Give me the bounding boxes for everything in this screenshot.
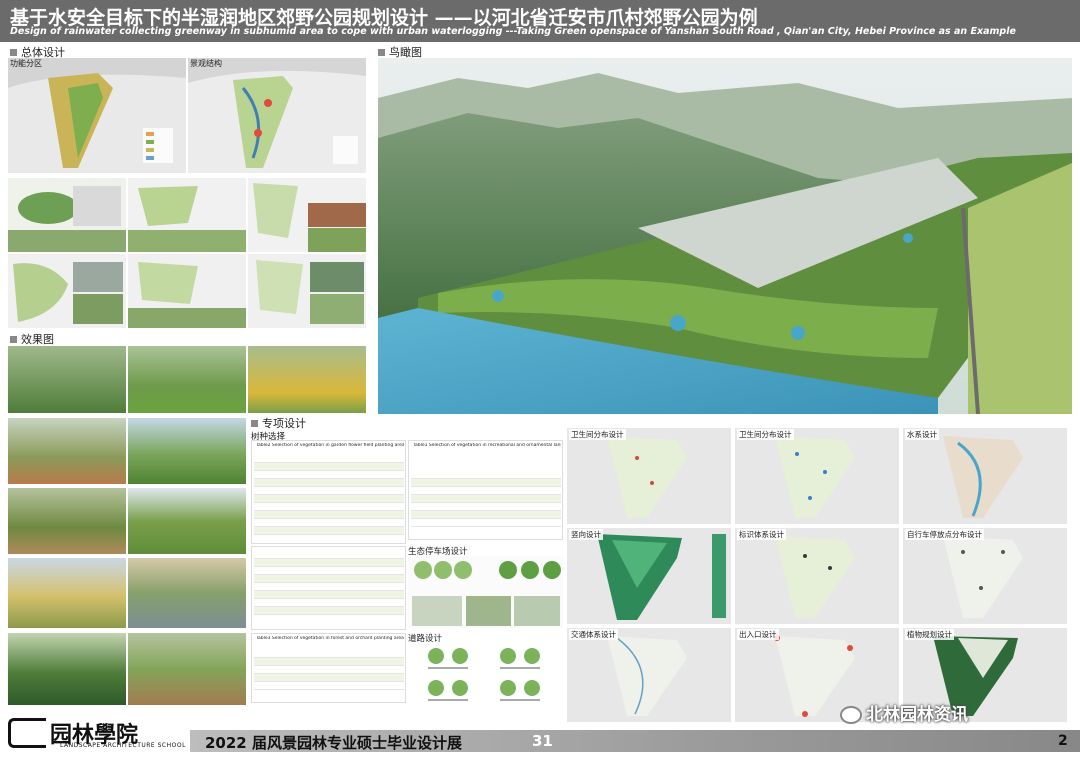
node-plan-drawing [248, 254, 366, 328]
map-drawing [903, 528, 1067, 624]
rendering-photo-8 [8, 558, 126, 628]
map-drawing [567, 628, 731, 722]
road-section-drawing [428, 648, 540, 701]
landscape-structure-drawing [188, 58, 366, 173]
species-table-4: Table3 Selection of vegetation in forest… [251, 633, 406, 703]
aerial-landscape-drawing [378, 58, 1072, 414]
landscape-structure-map [188, 58, 366, 173]
wechat-icon [840, 706, 862, 724]
node-design-board-5 [128, 254, 246, 328]
species-table-3 [251, 546, 406, 630]
road-design-drawing [408, 644, 563, 708]
aerial-view-rendering [378, 58, 1072, 414]
species-table-1: Table1 Selection of vegetation in recrea… [408, 440, 563, 540]
map-drawing [567, 528, 731, 624]
node-design-board-4 [8, 254, 126, 328]
table-caption: Table1 Selection of vegetation in recrea… [411, 443, 561, 448]
footer: 园林學院 LANDSCAPE ARCHITECTURE SCHOOL 2022 … [0, 718, 1080, 754]
table-caption: Table2 Selection of vegetation in garden… [254, 443, 404, 448]
poster: 基于水安全目标下的半湿润地区郊野公园规划设计 ——以河北省迁安市爪村郊野公园为例… [0, 0, 1080, 764]
rendering-photo-6 [8, 488, 126, 554]
map-label-signage: 标识体系设计 [737, 529, 786, 540]
school-logo-icon [8, 718, 46, 748]
signage-system-map [735, 528, 899, 624]
node-design-board-6 [248, 254, 366, 328]
node-design-board-1 [8, 178, 126, 252]
rendering-photo-11 [128, 633, 246, 705]
rendering-photo-4 [8, 418, 126, 484]
species-table-2: Table2 Selection of vegetation in garden… [251, 440, 406, 544]
function-zoning-label: 功能分区 [10, 59, 42, 68]
rendering-photo-10 [8, 633, 126, 705]
eco-parking-drawing [408, 556, 563, 628]
rendering-photo-2 [128, 346, 246, 413]
map-label-vertical: 竖向设计 [569, 529, 603, 540]
parking-section-drawing [408, 556, 563, 628]
rendering-photo-5 [128, 418, 246, 484]
page-number: 2 [1058, 733, 1068, 749]
node-plan-drawing [128, 178, 246, 252]
sanitation-map-2 [735, 428, 899, 524]
rendering-photo-9 [128, 558, 246, 628]
section-renderings: 效果图 [10, 331, 54, 347]
square-bullet-icon [10, 49, 17, 56]
rendering-photo-3 [248, 346, 366, 413]
square-bullet-icon [378, 49, 385, 56]
table-caption: Table3 Selection of vegetation in forest… [254, 636, 404, 641]
map-label-sanitation-2: 卫生间分布设计 [737, 429, 794, 440]
landscape-structure-label: 景观结构 [190, 59, 222, 68]
map-drawing [735, 528, 899, 624]
rendering-photo-7 [128, 488, 246, 554]
section-special-design: 专项设计 [251, 415, 306, 431]
node-plan-drawing [248, 178, 366, 252]
watermark: 北林园林资讯 [840, 700, 968, 725]
node-plan-drawing [8, 178, 126, 252]
node-design-board-2 [128, 178, 246, 252]
function-zoning-drawing [8, 58, 186, 173]
map-label-traffic: 交通体系设计 [569, 629, 618, 640]
node-plan-drawing [8, 254, 126, 328]
bike-parking-map [903, 528, 1067, 624]
square-bullet-icon [10, 336, 17, 343]
title-banner: 基于水安全目标下的半湿润地区郊野公园规划设计 ——以河北省迁安市爪村郊野公园为例… [0, 0, 1080, 42]
board-number: 31 [532, 732, 553, 750]
school-logo-subtitle: LANDSCAPE ARCHITECTURE SCHOOL [60, 742, 186, 749]
map-label-entrance: 出入口设计 [737, 629, 779, 640]
map-label-water: 水系设计 [905, 429, 939, 440]
title-english: Design of rainwater collecting greenway … [10, 26, 1016, 37]
node-design-board-3 [248, 178, 366, 252]
exhibition-title: 2022 届风景园林专业硕士毕业设计展 [205, 734, 462, 752]
traffic-system-map [567, 628, 731, 722]
sanitation-map-1 [567, 428, 731, 524]
map-label-sanitation-1: 卫生间分布设计 [569, 429, 626, 440]
map-label-bike: 自行车停放点分布设计 [905, 529, 984, 540]
vertical-design-map [567, 528, 731, 624]
map-label-planting: 植物规划设计 [905, 629, 954, 640]
map-drawing [903, 428, 1067, 524]
road-design-label: 道路设计 [408, 634, 443, 644]
map-drawing [567, 428, 731, 524]
square-bullet-icon [251, 420, 258, 427]
node-plan-drawing [128, 254, 246, 328]
rendering-photo-1 [8, 346, 126, 413]
function-zoning-map [8, 58, 186, 173]
water-system-map [903, 428, 1067, 524]
map-drawing [735, 428, 899, 524]
